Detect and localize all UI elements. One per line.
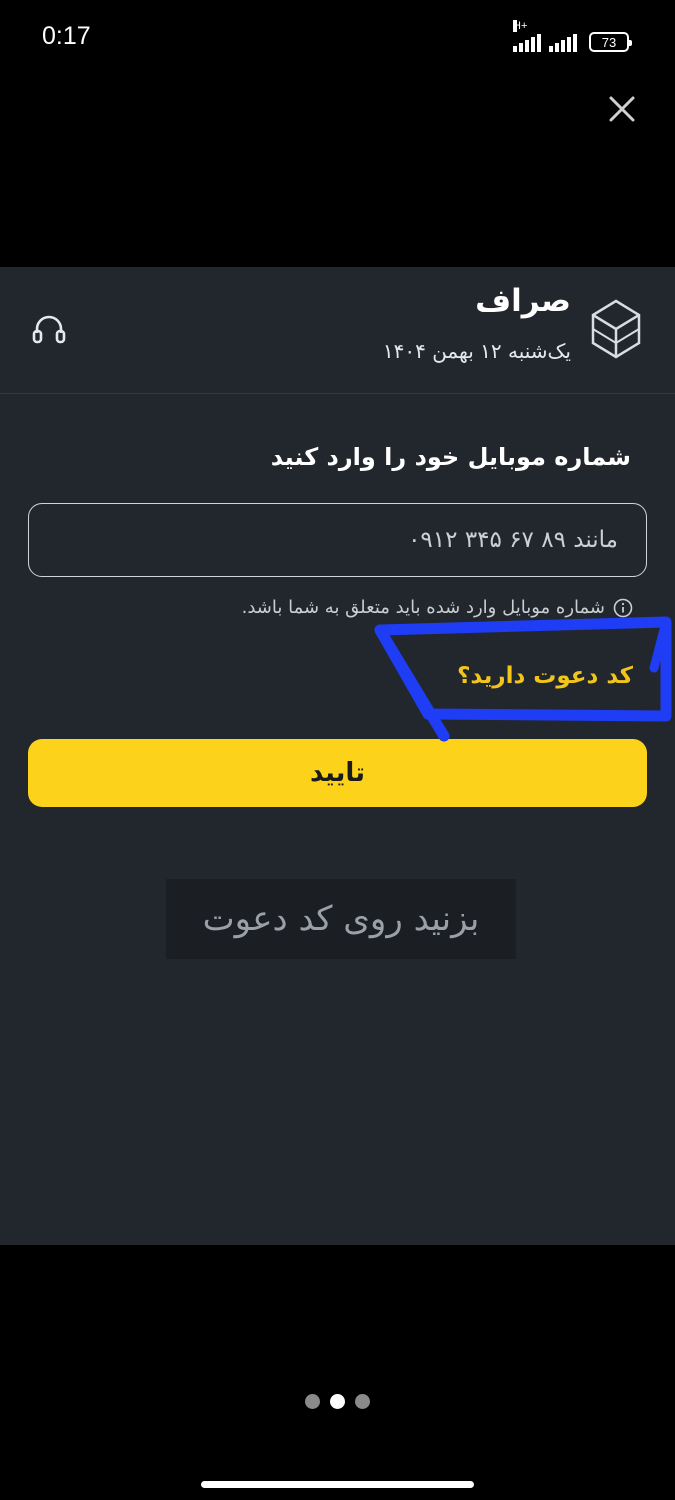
sheet-header: صراف یک‌شنبه ۱۲ بهمن ۱۴۰۴ xyxy=(0,267,675,394)
home-indicator[interactable] xyxy=(201,1481,474,1488)
overlay-caption: بزنید روی کد دعوت xyxy=(166,879,516,959)
wifi-signal-icon xyxy=(549,30,577,52)
headset-icon[interactable] xyxy=(30,311,68,349)
phone-hint: شماره موبایل وارد شده باید متعلق به شما … xyxy=(242,597,633,618)
header-date: یک‌شنبه ۱۲ بهمن ۱۴۰۴ xyxy=(382,339,571,363)
confirm-button[interactable]: تایید xyxy=(28,739,647,807)
battery-level: 73 xyxy=(601,34,617,50)
info-icon xyxy=(613,598,633,617)
form-title: شماره موبایل خود را وارد کنید xyxy=(270,443,631,471)
status-time: 0:17 xyxy=(42,22,91,50)
phone-input[interactable] xyxy=(28,503,647,577)
battery-icon: 73 xyxy=(589,32,632,52)
status-bar: 0:17 H+ 73 xyxy=(0,0,675,78)
close-icon[interactable] xyxy=(605,92,639,126)
invite-code-link[interactable]: کد دعوت دارید؟ xyxy=(457,663,633,689)
brand-name: صراف xyxy=(475,283,571,319)
status-icons: H+ 73 xyxy=(513,20,632,52)
pager-dot[interactable] xyxy=(355,1394,370,1409)
phone-hint-text: شماره موبایل وارد شده باید متعلق به شما … xyxy=(241,597,605,618)
cube-logo-icon xyxy=(591,299,641,359)
login-sheet: صراف یک‌شنبه ۱۲ بهمن ۱۴۰۴ شماره موبایل خ… xyxy=(0,267,675,1245)
network-type-label: H+ xyxy=(513,20,528,32)
pager-dot-active[interactable] xyxy=(330,1394,345,1409)
mobile-signal-icon: H+ xyxy=(513,20,541,52)
pager-dot[interactable] xyxy=(305,1394,320,1409)
pager-dots xyxy=(0,1394,675,1409)
